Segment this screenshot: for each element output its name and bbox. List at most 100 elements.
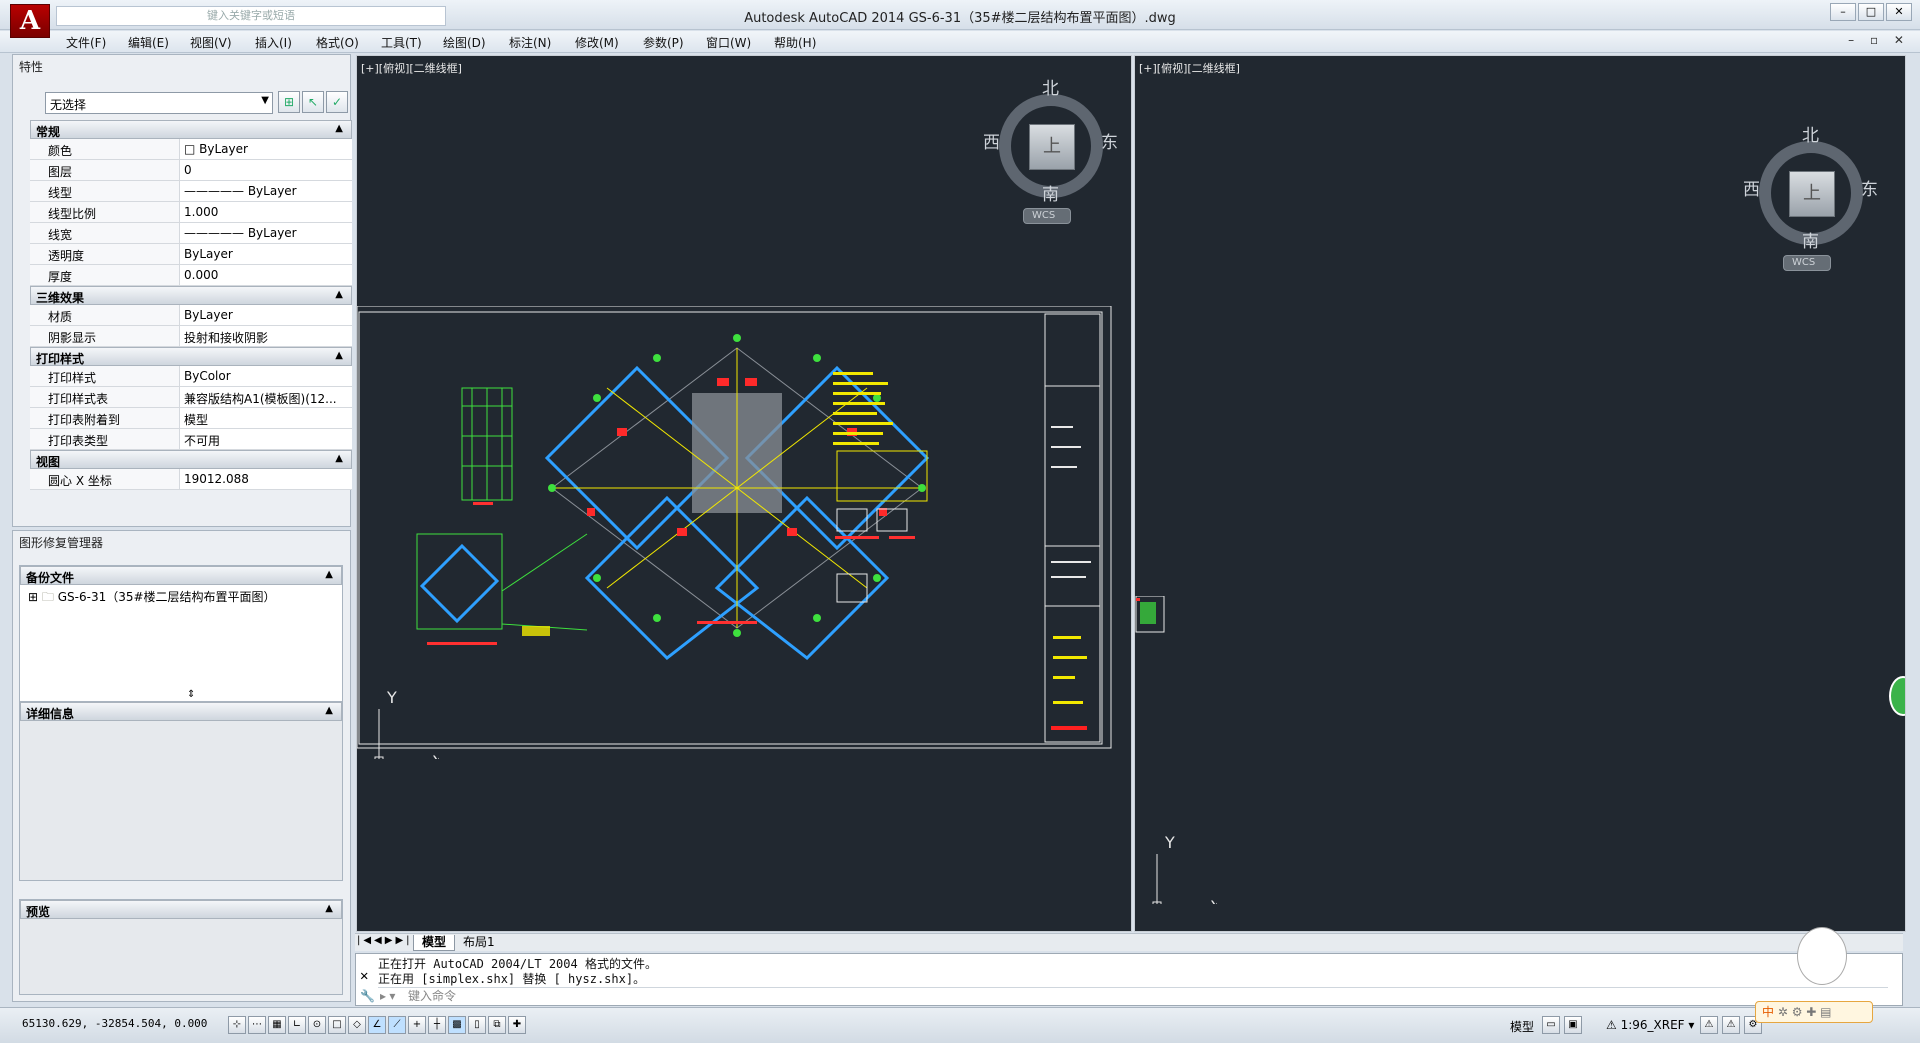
- tab-layout1[interactable]: 布局1: [455, 935, 503, 951]
- polar-tracking-icon[interactable]: ⊙: [308, 1016, 326, 1034]
- wcs-menu[interactable]: WCS: [1783, 255, 1831, 271]
- compass-north[interactable]: 北: [1042, 74, 1059, 99]
- command-input[interactable]: ▸ ▾ 键入命令: [378, 987, 1888, 1005]
- section-preview[interactable]: 预览 ▲: [20, 900, 342, 919]
- title-bar: A 键入关键字或短语 Autodesk AutoCAD 2014 GS-6-31…: [0, 0, 1920, 38]
- prop-row[interactable]: 透明度 ByLayer: [30, 244, 352, 265]
- grid-display-icon[interactable]: ▦: [268, 1016, 286, 1034]
- auto-scale-icon[interactable]: ⚠: [1722, 1016, 1740, 1034]
- menu-format[interactable]: 格式(O): [316, 34, 359, 51]
- details-box: 详细信息 ▲: [19, 701, 343, 881]
- dynamic-input-icon[interactable]: +: [408, 1016, 426, 1034]
- menu-modify[interactable]: 修改(M): [575, 34, 619, 51]
- floating-widget[interactable]: [1889, 676, 1905, 716]
- splitter-icon[interactable]: ⇕: [187, 689, 195, 700]
- menu-help[interactable]: 帮助(H): [774, 34, 816, 51]
- menu-insert[interactable]: 插入(I): [255, 34, 292, 51]
- model-space-label[interactable]: 模型: [1510, 1018, 1534, 1035]
- viewcube-top-face[interactable]: 上: [1789, 171, 1835, 217]
- prop-row[interactable]: 打印表附着到 模型: [30, 408, 352, 429]
- prop-row[interactable]: 线宽 ————— ByLayer: [30, 223, 352, 244]
- ortho-mode-icon[interactable]: ∟: [288, 1016, 306, 1034]
- menu-edit[interactable]: 编辑(E): [128, 34, 169, 51]
- prop-row[interactable]: 厚度 0.000: [30, 265, 352, 286]
- object-snap-tracking-icon[interactable]: ∠: [368, 1016, 386, 1034]
- prop-row[interactable]: 打印样式表 兼容版结构A1(模板图)(12...: [30, 387, 352, 408]
- 3d-object-snap-icon[interactable]: ◇: [348, 1016, 366, 1034]
- viewport-right[interactable]: [+][俯视][二维线框] 上 北 南 西 东 WCS Y X: [1134, 55, 1906, 932]
- snap-mode-icon[interactable]: ⋯: [248, 1016, 266, 1034]
- document-window-controls[interactable]: – ▫ ✕: [1848, 33, 1910, 47]
- selection-dropdown[interactable]: 无选择 ▼: [45, 92, 273, 114]
- prop-row[interactable]: 圆心 X 坐标 19012.088: [30, 469, 352, 490]
- section-view[interactable]: 视图 ▲: [30, 450, 352, 469]
- compass-west[interactable]: 西: [1743, 175, 1760, 200]
- quick-view-layouts-icon[interactable]: ▭: [1542, 1016, 1560, 1034]
- command-prompt-icon[interactable]: ▸ ▾: [380, 988, 395, 1005]
- section-backup-files[interactable]: 备份文件 ▲: [20, 566, 342, 585]
- compass-south[interactable]: 南: [1802, 227, 1819, 252]
- maximize-button[interactable]: □: [1858, 3, 1884, 21]
- transparency-icon[interactable]: ▩: [448, 1016, 466, 1034]
- quick-select-icon[interactable]: ✓: [326, 91, 348, 113]
- object-snap-icon[interactable]: □: [328, 1016, 346, 1034]
- quick-properties-icon[interactable]: ▯: [468, 1016, 486, 1034]
- menu-parametric[interactable]: 参数(P): [643, 34, 684, 51]
- ime-tools-icon[interactable]: ✲ ⚙ ✚ ▤: [1778, 1005, 1832, 1019]
- prop-row[interactable]: 颜色 □ ByLayer: [30, 139, 352, 160]
- viewcube-top-face[interactable]: 上: [1029, 124, 1075, 170]
- menu-view[interactable]: 视图(V): [190, 34, 232, 51]
- dynamic-ucs-icon[interactable]: ⟋: [388, 1016, 406, 1034]
- viewport-left[interactable]: [+][俯视][二维线框] 上 北 南 西 东 WCS Y: [356, 55, 1132, 932]
- menu-dimension[interactable]: 标注(N): [509, 34, 551, 51]
- recovery-title: 图形修复管理器: [19, 536, 104, 550]
- viewcube[interactable]: 上 北 南 西 东 WCS: [1739, 121, 1879, 291]
- wcs-menu[interactable]: WCS: [1023, 208, 1071, 224]
- tab-model[interactable]: 模型: [413, 935, 456, 951]
- expand-icon[interactable]: ⊞: [28, 590, 38, 604]
- cursor-coordinates[interactable]: 65130.629, -32854.504, 0.000: [22, 1017, 207, 1030]
- prop-row[interactable]: 图层 0: [30, 160, 352, 181]
- annotation-visibility-icon[interactable]: ⚠: [1700, 1016, 1718, 1034]
- viewcube[interactable]: 上 北 南 西 东 WCS: [979, 74, 1119, 244]
- viewport-controls-label[interactable]: [+][俯视][二维线框]: [1139, 60, 1240, 76]
- quick-view-drawings-icon[interactable]: ▣: [1564, 1016, 1582, 1034]
- properties-title: 特性: [19, 60, 44, 74]
- selection-cycling-icon[interactable]: ⧉: [488, 1016, 506, 1034]
- prop-row[interactable]: 打印表类型 不可用: [30, 429, 352, 450]
- prop-row[interactable]: 线型比例 1.000: [30, 202, 352, 223]
- backup-file-item[interactable]: ⊞ 🗀 GS-6-31（35#楼二层结构布置平面图）: [20, 585, 342, 612]
- section-general[interactable]: 常规 ▲: [30, 120, 352, 139]
- compass-north[interactable]: 北: [1802, 121, 1819, 146]
- compass-west[interactable]: 西: [983, 128, 1000, 153]
- minimize-button[interactable]: –: [1830, 3, 1856, 21]
- prop-row[interactable]: 线型 ————— ByLayer: [30, 181, 352, 202]
- infer-constraints-icon[interactable]: ⊹: [228, 1016, 246, 1034]
- compass-south[interactable]: 南: [1042, 180, 1059, 205]
- menu-file[interactable]: 文件(F): [66, 34, 106, 51]
- wrench-icon[interactable]: 🔧: [360, 989, 375, 1003]
- prop-row[interactable]: 阴影显示 投射和接收阴影: [30, 326, 352, 347]
- prop-row[interactable]: 打印样式 ByColor: [30, 366, 352, 387]
- application-menu-button[interactable]: A: [10, 4, 50, 38]
- tab-nav-arrows[interactable]: |◀◀▶▶|: [357, 935, 413, 946]
- menu-tools[interactable]: 工具(T): [381, 34, 422, 51]
- annotation-monitor-icon[interactable]: ✚: [508, 1016, 526, 1034]
- lineweight-icon[interactable]: ┼: [428, 1016, 446, 1034]
- annotation-scale[interactable]: ⚠ 1:96_XREF ▾: [1606, 1018, 1694, 1032]
- prop-row[interactable]: 材质 ByLayer: [30, 305, 352, 326]
- ime-toolbar[interactable]: 中 ✲ ⚙ ✚ ▤: [1755, 927, 1875, 1035]
- viewport-controls-label[interactable]: [+][俯视][二维线框]: [361, 60, 462, 76]
- select-objects-icon[interactable]: ↖: [302, 91, 324, 113]
- menu-draw[interactable]: 绘图(D): [443, 34, 486, 51]
- section-details[interactable]: 详细信息 ▲: [20, 702, 342, 721]
- close-icon[interactable]: ✕: [360, 968, 368, 984]
- toggle-pickadd-icon[interactable]: ⊞: [278, 91, 300, 113]
- compass-east[interactable]: 东: [1101, 128, 1118, 153]
- section-plot-style[interactable]: 打印样式 ▲: [30, 347, 352, 366]
- section-3d-effects[interactable]: 三维效果 ▲: [30, 286, 352, 305]
- menu-window[interactable]: 窗口(W): [706, 34, 751, 51]
- ime-mode-label[interactable]: 中: [1762, 1005, 1774, 1019]
- close-button[interactable]: ✕: [1886, 3, 1912, 21]
- compass-east[interactable]: 东: [1861, 175, 1878, 200]
